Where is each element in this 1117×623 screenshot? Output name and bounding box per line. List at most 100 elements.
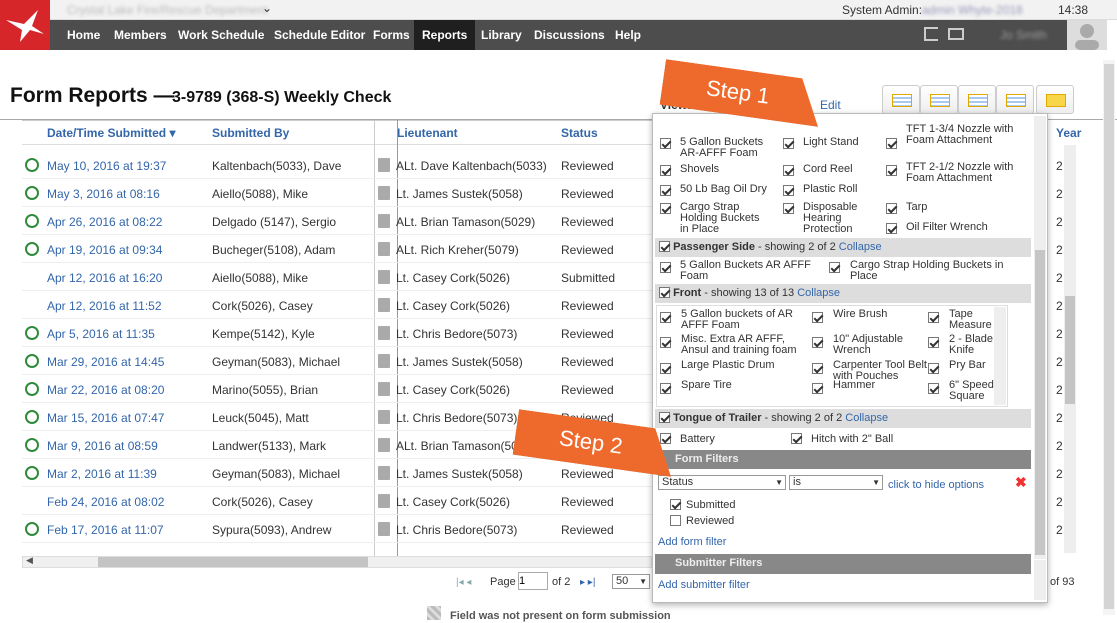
- item-checkbox[interactable]: [783, 203, 794, 214]
- app-logo[interactable]: [0, 0, 50, 50]
- trash-icon[interactable]: [378, 158, 390, 172]
- table-row[interactable]: Apr 19, 2016 at 09:34 Bucheger(5108), Ada…: [22, 235, 652, 263]
- row-date-link[interactable]: Mar 9, 2016 at 08:59: [47, 439, 158, 453]
- table-row[interactable]: Apr 12, 2016 at 16:20 Aiello(5088), Mike L…: [22, 263, 652, 291]
- history-clock-icon[interactable]: [25, 326, 39, 340]
- history-clock-icon[interactable]: [25, 382, 39, 396]
- trash-icon[interactable]: [378, 410, 390, 424]
- hide-options-link[interactable]: click to hide options: [888, 479, 984, 491]
- table-row[interactable]: May 10, 2016 at 19:37 Kaltenbach(5033), D…: [22, 151, 652, 179]
- row-date-link[interactable]: Feb 17, 2016 at 11:07: [47, 523, 164, 537]
- collapse-link[interactable]: Collapse: [845, 412, 888, 424]
- row-date-link[interactable]: Mar 2, 2016 at 11:39: [47, 467, 157, 481]
- item-checkbox[interactable]: [812, 363, 823, 374]
- item-checkbox[interactable]: [660, 312, 671, 323]
- item-checkbox[interactable]: [886, 203, 897, 214]
- nav-forms[interactable]: Forms: [365, 20, 418, 50]
- nav-members[interactable]: Members: [106, 20, 175, 50]
- history-clock-icon[interactable]: [25, 438, 39, 452]
- row-date-link[interactable]: May 10, 2016 at 19:37: [47, 159, 166, 173]
- table-row[interactable]: Mar 2, 2016 at 11:39 Geyman(5083), Michae…: [22, 459, 652, 487]
- trash-icon[interactable]: [378, 214, 390, 228]
- table-row[interactable]: Apr 5, 2016 at 11:35 Kempe(5142), Kyle Lt.…: [22, 319, 652, 347]
- nav-home[interactable]: Home: [59, 20, 108, 50]
- row-date-link[interactable]: May 3, 2016 at 08:16: [47, 187, 160, 201]
- history-clock-icon[interactable]: [25, 522, 39, 536]
- collapse-link[interactable]: Collapse: [797, 287, 840, 299]
- trash-icon[interactable]: [378, 466, 390, 480]
- table-vertical-scroll-thumb[interactable]: [1065, 296, 1075, 404]
- col-date-submitted[interactable]: Date/Time Submitted ▾: [47, 126, 176, 140]
- col-status[interactable]: Status: [561, 126, 598, 140]
- section-checkbox[interactable]: [659, 412, 670, 423]
- item-checkbox[interactable]: [660, 433, 671, 444]
- scroll-left-arrow-icon[interactable]: ◀: [26, 555, 33, 566]
- row-date-link[interactable]: Mar 22, 2016 at 08:20: [47, 383, 164, 397]
- history-clock-icon[interactable]: [25, 186, 39, 200]
- item-checkbox[interactable]: [783, 165, 794, 176]
- user-name[interactable]: admin Whyte-2018: [922, 3, 1023, 17]
- trash-icon[interactable]: [378, 354, 390, 368]
- item-checkbox[interactable]: [660, 363, 671, 374]
- item-checkbox[interactable]: [928, 312, 939, 323]
- next-page-icon[interactable]: ▸ ▸|: [580, 577, 595, 588]
- row-date-link[interactable]: Apr 5, 2016 at 11:35: [47, 327, 155, 341]
- row-date-link[interactable]: Mar 15, 2016 at 07:47: [47, 411, 164, 425]
- row-date-link[interactable]: Mar 29, 2016 at 14:45: [47, 355, 164, 369]
- item-checkbox[interactable]: [886, 223, 897, 234]
- add-form-filter-link[interactable]: Add form filter: [658, 536, 726, 548]
- history-clock-icon[interactable]: [25, 466, 39, 480]
- item-checkbox[interactable]: [928, 383, 939, 394]
- filter-option-checkbox[interactable]: [670, 499, 681, 510]
- trash-icon[interactable]: [378, 326, 390, 340]
- trash-icon[interactable]: [378, 298, 390, 312]
- view-button-3[interactable]: [958, 85, 996, 114]
- row-date-link[interactable]: Apr 12, 2016 at 11:52: [47, 299, 162, 313]
- logout-icon[interactable]: [924, 27, 938, 41]
- nav-work-schedule[interactable]: Work Schedule: [170, 20, 272, 50]
- collapse-link[interactable]: Collapse: [839, 241, 882, 253]
- history-clock-icon[interactable]: [25, 158, 39, 172]
- nav-reports[interactable]: Reports: [414, 20, 476, 50]
- table-row[interactable]: Mar 22, 2016 at 08:20 Marino(5055), Brian…: [22, 375, 652, 403]
- avatar[interactable]: [1067, 20, 1107, 50]
- item-checkbox[interactable]: [812, 383, 823, 394]
- item-checkbox[interactable]: [886, 165, 897, 176]
- horizontal-scroll-thumb[interactable]: [98, 557, 368, 567]
- item-checkbox[interactable]: [660, 165, 671, 176]
- table-row[interactable]: May 3, 2016 at 08:16 Aiello(5088), Mike Lt…: [22, 179, 652, 207]
- row-date-link[interactable]: Feb 24, 2016 at 08:02: [47, 495, 164, 509]
- nav-schedule-editor[interactable]: Schedule Editor: [266, 20, 373, 50]
- item-checkbox[interactable]: [660, 337, 671, 348]
- item-checkbox[interactable]: [812, 337, 823, 348]
- trash-icon[interactable]: [378, 186, 390, 200]
- row-date-link[interactable]: Apr 12, 2016 at 16:20: [47, 271, 162, 285]
- org-dropdown-chevron-icon[interactable]: ⌄: [262, 1, 272, 15]
- table-row[interactable]: Feb 24, 2016 at 08:02 Cork(5026), Casey Lt…: [22, 487, 652, 515]
- edit-link[interactable]: Edit: [820, 98, 841, 112]
- item-checkbox[interactable]: [783, 185, 794, 196]
- avatar-name[interactable]: Jo Smith: [1000, 28, 1047, 42]
- filter-option-checkbox[interactable]: [670, 515, 681, 526]
- view-button-1[interactable]: [882, 85, 920, 114]
- view-button-4[interactable]: [996, 85, 1034, 114]
- trash-icon[interactable]: [378, 242, 390, 256]
- trash-icon[interactable]: [378, 522, 390, 536]
- per-page-select[interactable]: 50: [612, 574, 650, 589]
- page-vertical-scroll-thumb[interactable]: [1104, 64, 1114, 609]
- remove-filter-icon[interactable]: ✖: [1015, 474, 1027, 491]
- item-checkbox[interactable]: [660, 383, 671, 394]
- table-row[interactable]: Feb 17, 2016 at 11:07 Sypura(5093), Andre…: [22, 515, 652, 543]
- table-row[interactable]: Apr 12, 2016 at 11:52 Cork(5026), Casey Lt…: [22, 291, 652, 319]
- page-input[interactable]: [518, 572, 548, 590]
- item-checkbox[interactable]: [928, 337, 939, 348]
- item-checkbox[interactable]: [660, 203, 671, 214]
- table-row[interactable]: Apr 26, 2016 at 08:22 Delgado (5147), Ser…: [22, 207, 652, 235]
- history-clock-icon[interactable]: [25, 242, 39, 256]
- nav-help[interactable]: Help: [607, 20, 649, 50]
- item-checkbox[interactable]: [660, 185, 671, 196]
- add-submitter-filter-link[interactable]: Add submitter filter: [658, 579, 750, 591]
- history-clock-icon[interactable]: [25, 214, 39, 228]
- view-button-2[interactable]: [920, 85, 958, 114]
- present-icon[interactable]: [948, 28, 964, 40]
